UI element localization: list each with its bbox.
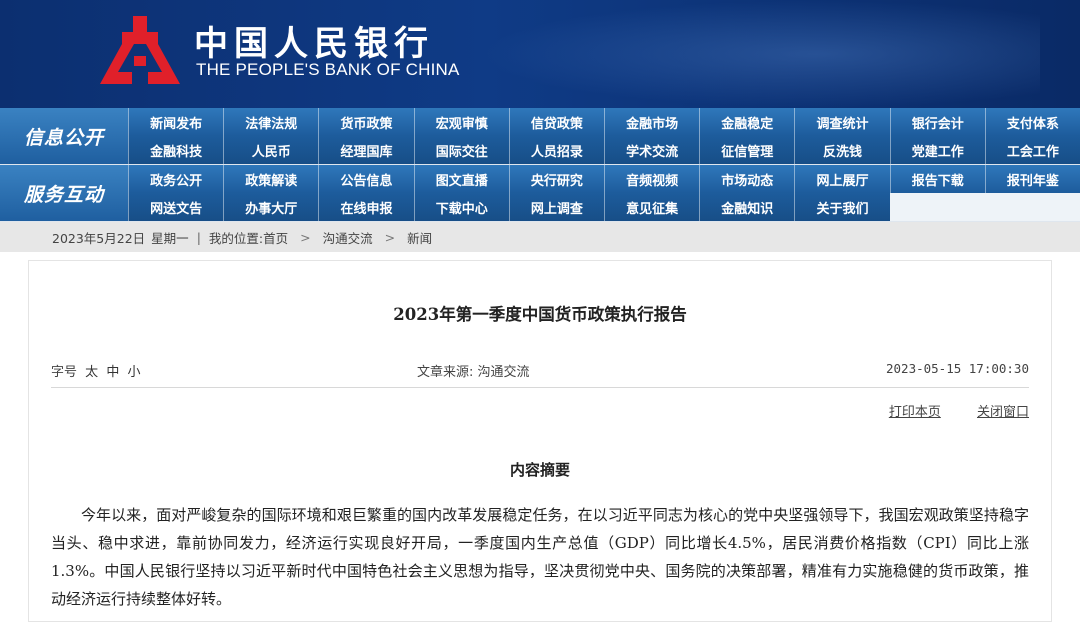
pboc-emblem-icon[interactable] <box>100 12 180 84</box>
breadcrumb-level1-link[interactable]: 沟通交流 <box>323 228 373 247</box>
nav-item[interactable]: 办事大厅 <box>223 193 319 221</box>
nav-item[interactable]: 网上调查 <box>508 193 604 221</box>
nav-item[interactable]: 网上展厅 <box>794 165 890 193</box>
nav-item[interactable]: 法律法规 <box>223 108 319 136</box>
bank-name-en[interactable]: THE PEOPLE'S BANK OF CHINA <box>196 60 460 80</box>
nav-item[interactable]: 银行会计 <box>889 108 985 136</box>
nav-item[interactable]: 调查统计 <box>794 108 890 136</box>
breadcrumb-divider: | <box>196 229 201 245</box>
article-timestamp: 2023-05-15 17:00:30 <box>886 361 1029 376</box>
nav-service-label[interactable]: 服务互动 <box>0 165 128 221</box>
nav-item[interactable]: 报刊年鉴 <box>984 165 1080 193</box>
nav-item[interactable]: 公告信息 <box>318 165 414 193</box>
print-page-link[interactable]: 打印本页 <box>889 405 941 420</box>
article-source: 文章来源: 沟通交流 <box>417 365 530 380</box>
nav-item[interactable]: 意见征集 <box>603 193 700 221</box>
font-size-label: 字号 <box>51 365 78 380</box>
nav-item[interactable]: 人民币 <box>223 136 319 164</box>
nav-item[interactable]: 图文直播 <box>413 165 509 193</box>
font-size-medium-button[interactable]: 中 <box>106 365 119 380</box>
nav-item[interactable]: 学术交流 <box>603 136 700 164</box>
nav-service-block: 服务互动 政务公开 政策解读 公告信息 图文直播 央行研究 音频视频 市场动态 … <box>0 165 1080 222</box>
nav-item[interactable]: 新闻发布 <box>128 108 224 136</box>
nav-empty-cell <box>984 193 1080 221</box>
nav-item[interactable]: 报告下载 <box>889 165 985 193</box>
nav-item[interactable]: 音频视频 <box>603 165 700 193</box>
chevron-right-icon: > <box>384 229 396 245</box>
main-navigation: 信息公开 新闻发布 法律法规 货币政策 宏观审慎 信贷政策 金融市场 金融稳定 … <box>0 108 1080 222</box>
nav-item[interactable]: 工会工作 <box>984 136 1080 164</box>
nav-item[interactable]: 金融知识 <box>699 193 795 221</box>
article-panel: 2023年第一季度中国货币政策执行报告 字号 太 中 小 文章来源: 沟通交流 … <box>28 260 1052 622</box>
current-weekday: 星期一 <box>151 230 189 246</box>
breadcrumb-home-link[interactable]: 首页 <box>263 228 288 247</box>
banner-decoration <box>480 0 1040 108</box>
article-actions: 打印本页 关闭窗口 <box>857 401 1029 420</box>
meta-divider <box>51 387 1029 388</box>
section-heading: 内容摘要 <box>509 461 570 479</box>
font-size-controls: 字号 太 中 小 <box>51 361 140 380</box>
location-prefix: 我的位置: <box>208 230 264 246</box>
nav-item[interactable]: 下载中心 <box>413 193 509 221</box>
nav-item[interactable]: 国际交往 <box>413 136 509 164</box>
nav-item[interactable]: 支付体系 <box>984 108 1080 136</box>
nav-item[interactable]: 党建工作 <box>889 136 985 164</box>
nav-item[interactable]: 网送文告 <box>128 193 224 221</box>
content-wrapper: 2023年第一季度中国货币政策执行报告 字号 太 中 小 文章来源: 沟通交流 … <box>0 252 1080 622</box>
nav-item[interactable]: 反洗钱 <box>794 136 890 164</box>
breadcrumb-level2-link[interactable]: 新闻 <box>407 228 432 247</box>
nav-item[interactable]: 征信管理 <box>699 136 795 164</box>
nav-info-block: 信息公开 新闻发布 法律法规 货币政策 宏观审慎 信贷政策 金融市场 金融稳定 … <box>0 108 1080 165</box>
nav-item[interactable]: 关于我们 <box>794 193 890 221</box>
nav-info-grid: 新闻发布 法律法规 货币政策 宏观审慎 信贷政策 金融市场 金融稳定 调查统计 … <box>128 108 1080 164</box>
nav-item[interactable]: 政策解读 <box>223 165 319 193</box>
nav-empty-cell <box>889 193 985 221</box>
nav-item[interactable]: 金融稳定 <box>699 108 795 136</box>
nav-item[interactable]: 政务公开 <box>128 165 224 193</box>
nav-item[interactable]: 市场动态 <box>699 165 795 193</box>
nav-item[interactable]: 货币政策 <box>318 108 414 136</box>
nav-item[interactable]: 宏观审慎 <box>413 108 509 136</box>
nav-service-grid: 政务公开 政策解读 公告信息 图文直播 央行研究 音频视频 市场动态 网上展厅 … <box>128 165 1080 221</box>
nav-item[interactable]: 信贷政策 <box>508 108 604 136</box>
current-date: 2023年5月22日 <box>52 230 146 246</box>
font-size-small-button[interactable]: 小 <box>127 365 140 380</box>
nav-item[interactable]: 在线申报 <box>318 193 414 221</box>
chevron-right-icon: > <box>300 229 311 245</box>
nav-item[interactable]: 金融科技 <box>128 136 224 164</box>
close-window-link[interactable]: 关闭窗口 <box>977 405 1029 420</box>
article-title: 2023年第一季度中国货币政策执行报告 <box>393 305 687 324</box>
nav-item[interactable]: 人员招录 <box>508 136 604 164</box>
breadcrumb: 2023年5月22日 星期一 | 我的位置: 首页 > 沟通交流 > 新闻 <box>0 222 1080 252</box>
nav-item[interactable]: 央行研究 <box>508 165 604 193</box>
font-size-large-button[interactable]: 太 <box>85 365 98 380</box>
article-paragraph: 今年以来，面对严峻复杂的国际环境和艰巨繁重的国内改革发展稳定任务，在以习近平同志… <box>51 506 1029 608</box>
nav-item[interactable]: 经理国库 <box>318 136 414 164</box>
bank-name-cn[interactable]: 中国人民银行 <box>194 16 434 65</box>
nav-info-label[interactable]: 信息公开 <box>0 108 128 164</box>
article-meta: 字号 太 中 小 文章来源: 沟通交流 2023-05-15 17:00:30 <box>51 361 1029 383</box>
site-banner: 中国人民银行 THE PEOPLE'S BANK OF CHINA <box>0 0 1080 108</box>
nav-item[interactable]: 金融市场 <box>603 108 700 136</box>
